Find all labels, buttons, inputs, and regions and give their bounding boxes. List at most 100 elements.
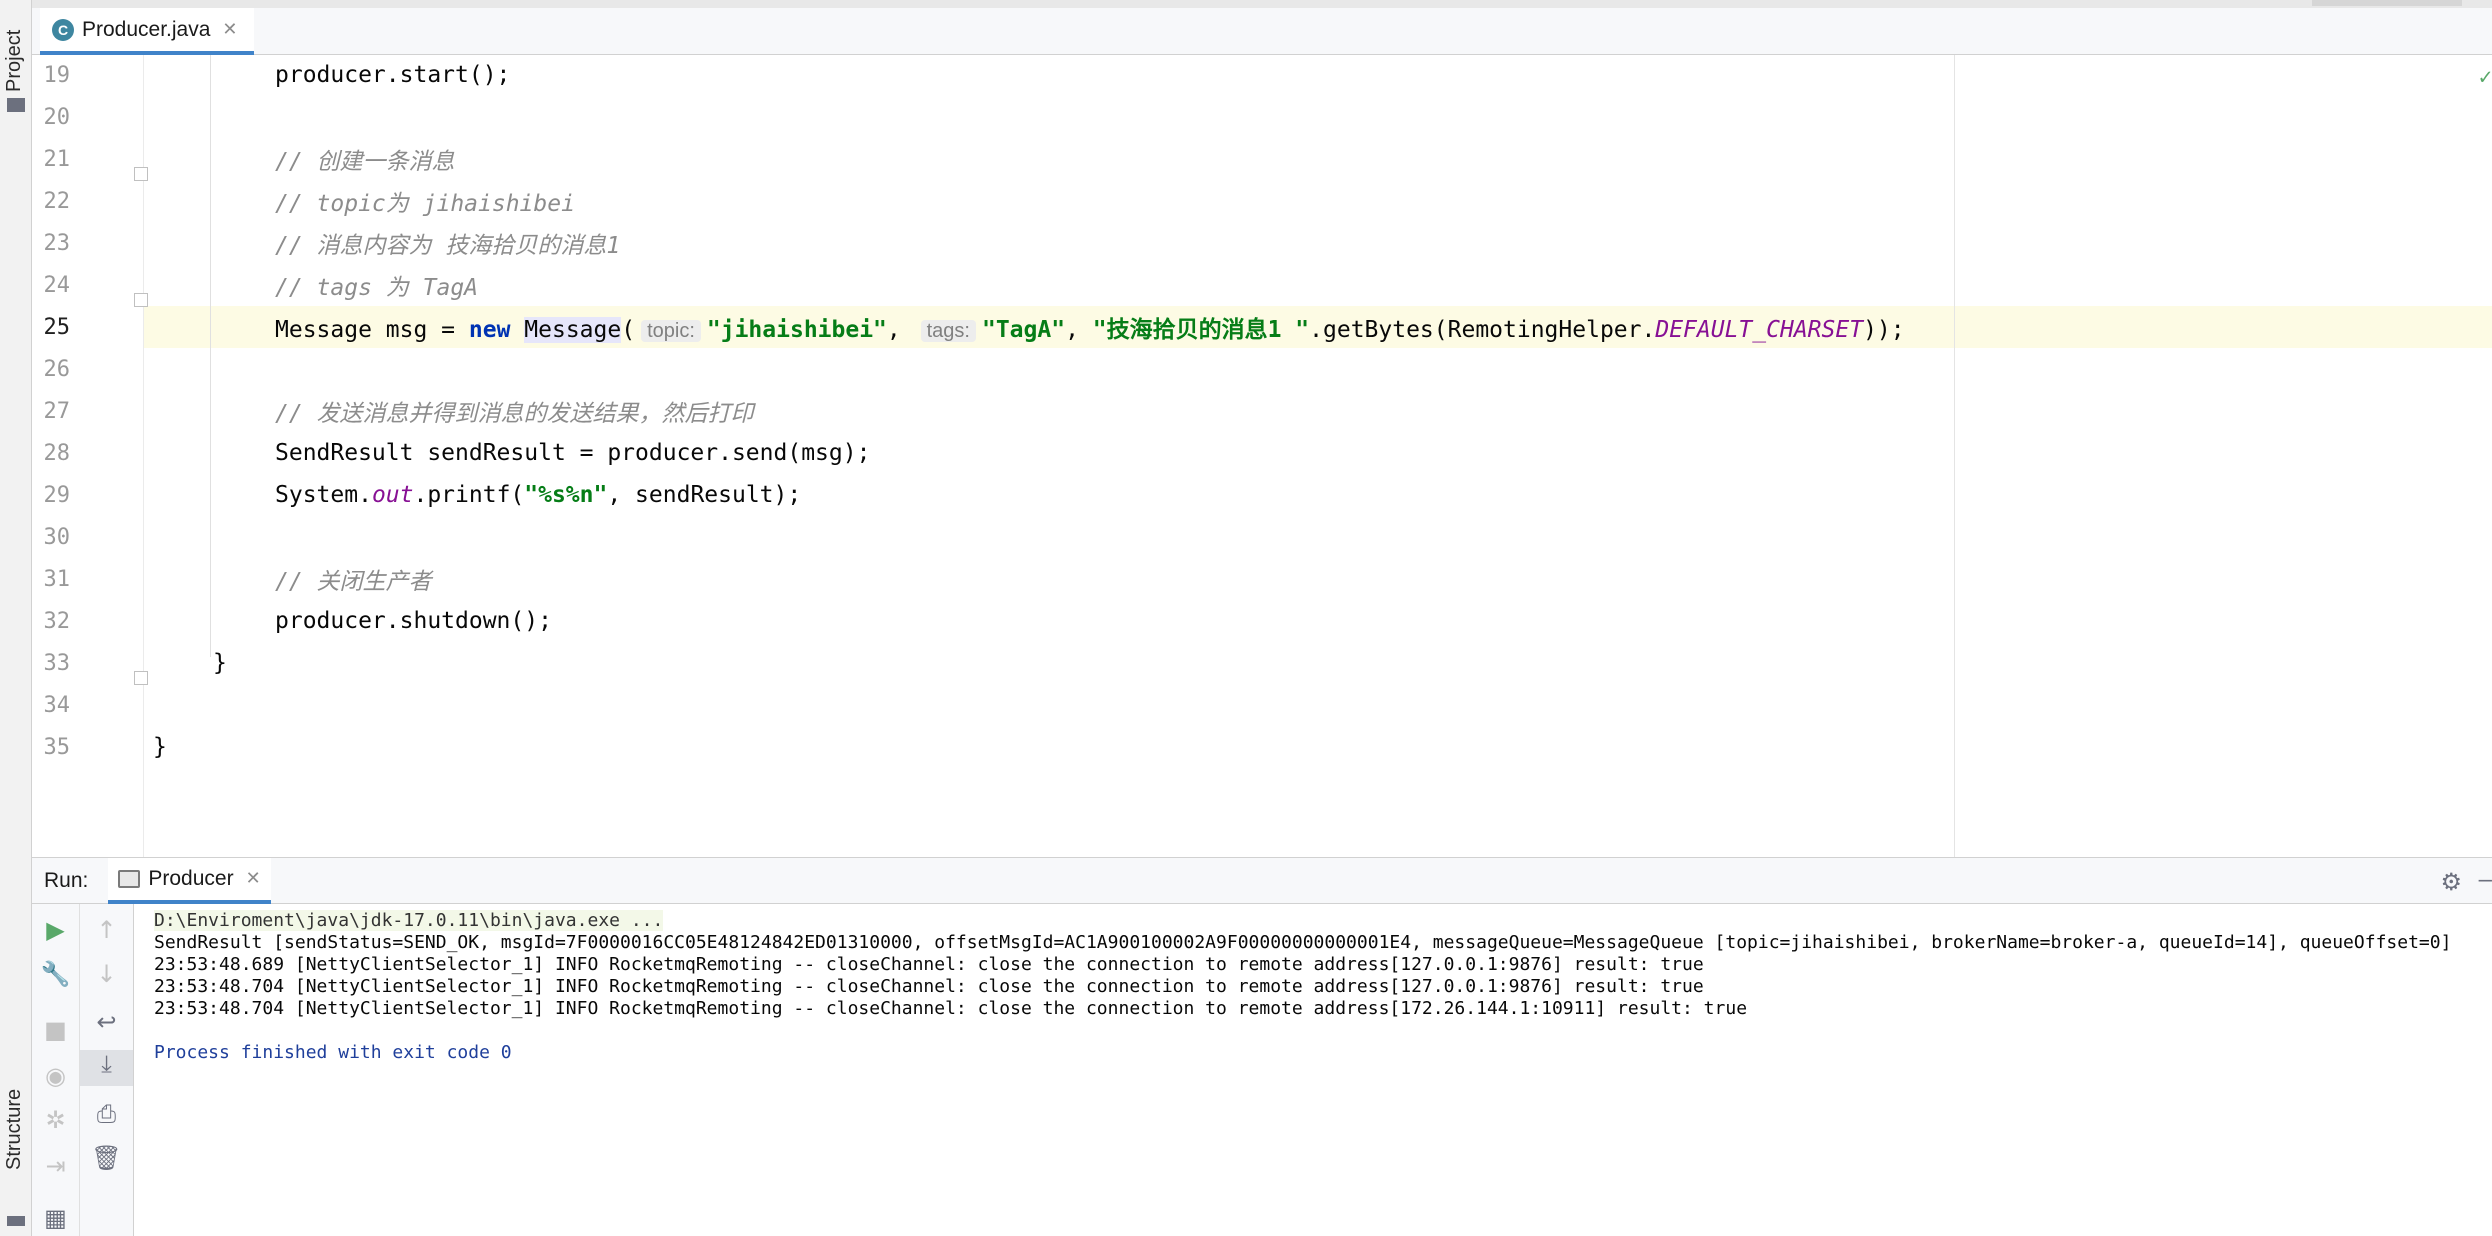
camera-icon[interactable]: ◉	[32, 1062, 79, 1090]
line-number: 24	[43, 272, 71, 298]
code-token: }	[213, 650, 227, 676]
left-tool-strip: Project Structure	[0, 0, 32, 1236]
code-string: "jihaishibei"	[706, 317, 887, 343]
code-line: 33}	[32, 642, 2492, 684]
line-number: 27	[43, 398, 71, 424]
code-line: 34	[32, 684, 2492, 726]
console-exit-line: Process finished with exit code 0	[154, 1042, 512, 1063]
code-identifier-highlight: Message	[524, 317, 622, 343]
settings-dump-icon[interactable]: ✲	[32, 1106, 79, 1134]
code-comment: // topic为 jihaishibei	[275, 191, 575, 217]
code-text: System.out.printf("%s%n", sendResult);	[275, 482, 801, 508]
editor-tab-bar: C Producer.java ✕	[32, 0, 2492, 55]
console-output[interactable]: D:\Enviroment\java\jdk-17.0.11\bin\java.…	[134, 904, 2492, 1236]
code-token: , sendResult);	[607, 482, 802, 508]
folder-icon[interactable]	[7, 98, 25, 112]
code-text: // tags 为 TagA	[275, 268, 478, 302]
code-text: producer.start();	[275, 62, 510, 88]
code-editor[interactable]: ✓ 19 producer.start(); 20 21// 创建一条消息 22// t…	[32, 55, 2492, 857]
code-token: ,	[1065, 317, 1093, 343]
code-line: 19 producer.start();	[32, 54, 2492, 96]
down-arrow-icon[interactable]: ↓	[80, 960, 133, 988]
code-line: 32 producer.shutdown();	[32, 600, 2492, 642]
code-token: .getBytes(RemotingHelper.	[1309, 317, 1656, 343]
code-line: 24 // tags 为 TagA	[32, 264, 2492, 306]
up-arrow-icon[interactable]: ↑	[80, 916, 133, 944]
wrench-icon[interactable]: 🔧	[32, 960, 79, 988]
scroll-indicator	[2312, 0, 2462, 6]
close-icon[interactable]: ✕	[246, 868, 261, 889]
code-line: 22 // topic为 jihaishibei	[32, 180, 2492, 222]
line-number: 35	[43, 734, 71, 760]
close-icon[interactable]: ✕	[222, 19, 237, 40]
code-comment: // tags 为 TagA	[275, 275, 479, 301]
code-text: // 消息内容为 技海拾贝的消息1	[275, 226, 620, 260]
tab-producer-java[interactable]: C Producer.java ✕	[40, 8, 254, 55]
code-text: SendResult sendResult = producer.send(ms…	[275, 440, 870, 466]
code-token: .printf(	[413, 482, 525, 508]
line-number: 30	[43, 524, 71, 550]
line-number: 21	[43, 146, 71, 172]
code-token: producer.shutdown();	[275, 608, 552, 634]
code-token: (	[621, 317, 636, 343]
soft-wrap-icon[interactable]: ↩	[80, 1008, 133, 1036]
print-icon[interactable]: ⎙	[80, 1100, 133, 1128]
console-line: SendResult [sendStatus=SEND_OK, msgId=7F…	[154, 932, 2452, 953]
code-line: 27 // 发送消息并得到消息的发送结果，然后打印	[32, 390, 2492, 432]
code-line: 30	[32, 516, 2492, 558]
code-line: 26	[32, 348, 2492, 390]
code-token: ));	[1863, 317, 1905, 343]
code-comment: // 消息内容为 技海拾贝的消息1	[275, 233, 621, 259]
code-text: producer.shutdown();	[275, 608, 552, 634]
code-line: 31 // 关闭生产者	[32, 558, 2492, 600]
code-string: "TagA"	[981, 317, 1066, 343]
code-text: // topic为 jihaishibei	[275, 184, 575, 218]
rerun-icon[interactable]: ▶	[32, 916, 79, 944]
code-comment: // 创建一条消息	[275, 149, 455, 175]
run-label: Run:	[44, 868, 89, 892]
login-icon[interactable]: ⇥	[32, 1152, 79, 1180]
structure-icon[interactable]	[7, 1216, 25, 1226]
tab-run-producer[interactable]: Producer ✕	[108, 857, 271, 904]
layout-icon[interactable]: ▦	[32, 1204, 79, 1232]
structure-tool-tab[interactable]: Structure	[3, 1089, 26, 1170]
code-line: 21 // 创建一条消息	[32, 138, 2492, 180]
code-token: producer.start();	[275, 62, 511, 88]
line-number: 28	[43, 440, 71, 466]
code-line: 23 // 消息内容为 技海拾贝的消息1	[32, 222, 2492, 264]
code-token: System.	[275, 482, 372, 508]
minimize-icon[interactable]: –	[2479, 866, 2492, 894]
java-class-icon: C	[52, 18, 74, 41]
console-icon	[118, 869, 141, 888]
code-text: }	[213, 650, 227, 676]
scroll-to-end-icon[interactable]: ⤓	[80, 1050, 133, 1086]
code-comment: // 关闭生产者	[275, 569, 432, 595]
parameter-hint: topic:	[641, 320, 701, 342]
line-number: 34	[43, 692, 71, 718]
code-line: 28 SendResult sendResult = producer.send(…	[32, 432, 2492, 474]
file-tab-label: Producer.java	[82, 17, 211, 41]
code-text: // 创建一条消息	[275, 142, 455, 176]
console-command-line: D:\Enviroment\java\jdk-17.0.11\bin\java.…	[154, 910, 664, 931]
stop-icon[interactable]: ■	[32, 1016, 79, 1044]
code-token: SendResult sendResult = producer.send(ms…	[275, 440, 871, 466]
run-panel-header: Run: Producer ✕ ⚙ –	[32, 857, 2492, 904]
code-static-field: DEFAULT_CHARSET	[1655, 317, 1864, 343]
line-number: 33	[43, 650, 71, 676]
code-text: }	[153, 734, 167, 760]
line-number: 25	[43, 314, 71, 340]
line-number: 26	[43, 356, 71, 382]
trash-icon[interactable]: 🗑	[80, 1144, 133, 1172]
line-number: 19	[43, 62, 71, 88]
line-number: 31	[43, 566, 71, 592]
line-number: 22	[43, 188, 71, 214]
console-line: 23:53:48.704 [NettyClientSelector_1] INF…	[154, 976, 1704, 997]
code-keyword: new	[468, 317, 511, 343]
code-token: Message msg =	[275, 317, 469, 343]
project-tool-tab[interactable]: Project	[3, 30, 26, 92]
code-line: 20	[32, 96, 2492, 138]
gear-icon[interactable]: ⚙	[2440, 868, 2462, 897]
line-number: 23	[43, 230, 71, 256]
console-line: 23:53:48.704 [NettyClientSelector_1] INF…	[154, 998, 1748, 1019]
